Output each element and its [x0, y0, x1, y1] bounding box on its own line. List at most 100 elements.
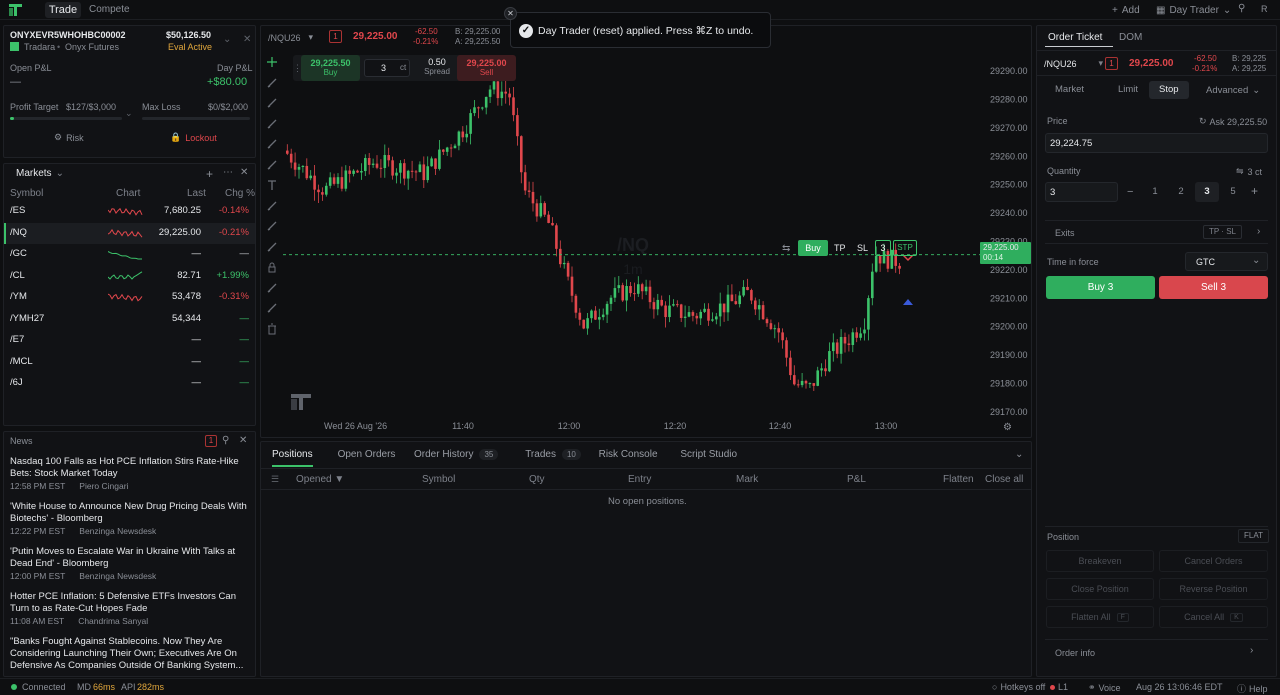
market-row[interactable]: /NQ 29,225.00 -0.21% [4, 222, 255, 244]
flatten-all-button[interactable]: Flatten All F [1046, 606, 1154, 628]
text-icon[interactable] [266, 179, 278, 191]
quantity-decrement[interactable]: − [1127, 186, 1133, 198]
news-item[interactable]: 'White House to Announce New Drug Pricin… [4, 499, 255, 544]
market-row[interactable]: /YM 53,478 -0.31% [4, 287, 255, 309]
quantity-preset[interactable]: 1 [1143, 182, 1167, 202]
order-type-market[interactable]: Market [1045, 81, 1094, 99]
market-row[interactable]: /YMH27 54,344 — [4, 309, 255, 331]
order-type-stop[interactable]: Stop [1149, 81, 1189, 99]
column-settings-icon[interactable]: ☰ [271, 474, 279, 485]
candle [336, 173, 340, 188]
market-row[interactable]: /6J — — [4, 373, 255, 395]
chart-settings-icon[interactable]: ⚙ [1003, 422, 1012, 433]
magnet-icon[interactable] [266, 220, 278, 232]
hotkeys-toggle[interactable]: ○ Hotkeys off [992, 682, 1045, 692]
price-input[interactable]: 29,224.75 [1045, 133, 1268, 153]
pattern-icon[interactable] [266, 118, 278, 130]
chevron-down-icon[interactable]: ⌄ [223, 34, 231, 45]
lock-icon[interactable] [266, 261, 278, 273]
quantity-preset[interactable]: 3 [1195, 182, 1219, 202]
order-type-limit[interactable]: Limit [1108, 81, 1148, 99]
bell-icon[interactable]: ⚲ [1238, 3, 1245, 14]
lockout-button[interactable]: 🔒 Lockout [170, 132, 217, 143]
cancel-orders-button[interactable]: Cancel Orders [1159, 550, 1268, 572]
close-position-button[interactable]: Close Position [1046, 578, 1154, 600]
price-chart[interactable]: 29290.00 29280.00 29270.00 29260.00 29250.00… [283, 51, 1033, 439]
voice-toggle[interactable]: ⚭ Voice [1088, 682, 1121, 693]
col-opened[interactable]: Opened ▼ [296, 474, 344, 485]
eye-icon[interactable] [266, 282, 278, 294]
order-info-toggle[interactable]: Order info [1055, 648, 1095, 658]
buy-button[interactable]: Buy 3 [1046, 276, 1155, 299]
pencil-icon[interactable] [266, 241, 278, 253]
quantity-input[interactable]: 3 [1045, 182, 1118, 202]
tab-open-orders[interactable]: Open Orders [338, 442, 396, 467]
market-row[interactable]: /CL 82.71 +1.99% [4, 266, 255, 288]
market-row[interactable]: /E7 — — [4, 330, 255, 352]
plus-icon[interactable]: + [206, 167, 213, 181]
market-row[interactable]: /ES 7,680.25 -0.14% [4, 201, 255, 223]
more-icon[interactable]: ⋯ [223, 167, 233, 178]
news-item[interactable]: "Banks Fought Against Stablecoins. Now T… [4, 634, 255, 676]
order-line-tp[interactable]: TP [834, 243, 846, 253]
risk-button[interactable]: ⚙ Risk [54, 132, 84, 143]
reverse-position-button[interactable]: Reverse Position [1159, 578, 1268, 600]
news-item[interactable]: Hotter PCE Inflation: 5 Defensive ETFs I… [4, 589, 255, 634]
exits-row[interactable]: Exits TP · SL › [1045, 220, 1268, 244]
trendline-icon[interactable] [266, 77, 278, 89]
ticket-symbol-selector[interactable]: /NQU26 ▾ [1044, 58, 1103, 69]
fib-icon[interactable] [266, 138, 278, 150]
news-item[interactable]: 'Putin Moves to Escalate War in Ukraine … [4, 544, 255, 589]
close-icon[interactable]: ✕ [239, 435, 247, 446]
tab-script-studio[interactable]: Script Studio [680, 442, 737, 467]
cancel-all-button[interactable]: Cancel All K [1159, 606, 1268, 628]
breakeven-button[interactable]: Breakeven [1046, 550, 1154, 572]
help-button[interactable]: ⓘ Help [1237, 682, 1268, 695]
measure-icon[interactable] [266, 200, 278, 212]
add-button[interactable]: + Add [1112, 3, 1140, 17]
chart-sell-button[interactable]: 29,225.00 Sell [457, 55, 516, 81]
market-row[interactable]: /MCL — — [4, 352, 255, 374]
tab-trade[interactable]: Trade [45, 2, 81, 18]
tab-order-ticket[interactable]: Order Ticket [1048, 32, 1102, 43]
close-icon[interactable]: ✕ [240, 167, 248, 178]
tab-trades[interactable]: Trades 10 [525, 442, 581, 467]
quantity-preset[interactable]: 2 [1169, 182, 1193, 202]
flatten-column[interactable]: Flatten [943, 474, 974, 485]
order-line-sl[interactable]: SL [857, 243, 868, 253]
close-all-button[interactable]: Close all [985, 474, 1023, 485]
advanced-dropdown[interactable]: Advanced ⌄ [1206, 85, 1260, 96]
link-icon[interactable] [266, 302, 278, 314]
tab-positions[interactable]: Positions [272, 442, 313, 467]
search-icon[interactable]: ⚲ [222, 435, 229, 446]
collapse-chevron-icon[interactable]: ⌄ [1015, 449, 1023, 460]
trash-icon[interactable] [266, 323, 278, 335]
close-icon[interactable]: ✕ [243, 34, 251, 45]
order-line-type[interactable]: STP [893, 240, 917, 256]
chart-qty-input[interactable]: 3 ct [364, 59, 410, 77]
tab-risk-console[interactable]: Risk Console [599, 442, 658, 467]
news-item[interactable]: Nasdaq 100 Falls as Hot PCE Inflation St… [4, 454, 255, 499]
avatar[interactable]: R [1261, 4, 1268, 14]
tab-dom[interactable]: DOM [1119, 32, 1142, 43]
ray-icon[interactable] [266, 159, 278, 171]
quantity-preset[interactable]: 5 [1221, 182, 1245, 202]
chevron-down-icon[interactable]: ⌄ [125, 108, 133, 119]
tab-order-history[interactable]: Order History 35 [414, 442, 499, 467]
sell-button[interactable]: Sell 3 [1159, 276, 1268, 299]
order-line-buy[interactable]: Buy [798, 240, 828, 256]
tif-select[interactable]: GTC ⌄ [1185, 252, 1268, 271]
markets-title[interactable]: Markets ⌄ [16, 168, 64, 179]
ask-price-link[interactable]: ↻ Ask 29,225.50 [1199, 116, 1267, 127]
layout-selector[interactable]: ▦ Day Trader ⌄ [1156, 3, 1231, 17]
quantity-increment[interactable]: + [1251, 184, 1258, 198]
tab-label: Positions [272, 449, 313, 460]
toast-close-icon[interactable]: ✕ [504, 7, 517, 20]
chart-buy-button[interactable]: 29,225.50 Buy [301, 55, 360, 81]
swap-icon[interactable]: ⇆ [782, 243, 790, 254]
market-row[interactable]: /GC — — [4, 244, 255, 266]
tab-compete[interactable]: Compete [89, 2, 130, 18]
chart-symbol-selector[interactable]: /NQU26 ▾ [268, 32, 313, 43]
cursor-icon[interactable] [266, 56, 278, 68]
brush-icon[interactable] [266, 97, 278, 109]
